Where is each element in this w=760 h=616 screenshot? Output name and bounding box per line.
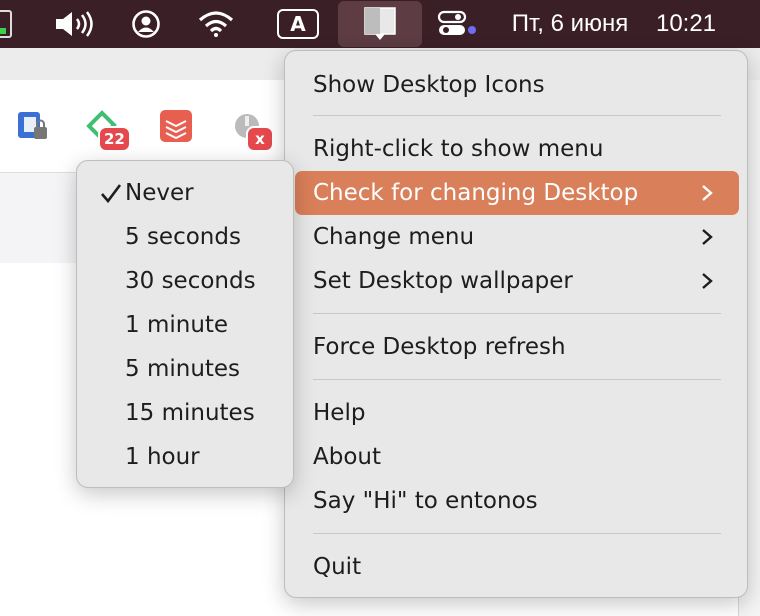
submenu-item-label: Never: [125, 180, 194, 206]
menu-item-label: Quit: [313, 554, 362, 580]
menu-item-change-menu[interactable]: Change menu: [295, 215, 739, 259]
menu-item-about[interactable]: About: [295, 435, 739, 479]
notification-badge: 22: [98, 126, 131, 152]
menu-item-label: Say "Hi" to entonos: [313, 488, 538, 514]
user-icon[interactable]: [128, 0, 164, 48]
todoist-icon[interactable]: [160, 110, 192, 142]
submenu-item-label: 1 hour: [125, 444, 200, 470]
menu-item-label: Force Desktop refresh: [313, 334, 566, 360]
menu-item-right-click-to-show-menu[interactable]: Right-click to show menu: [295, 127, 739, 171]
submenu-item-15-minutes[interactable]: 15 minutes: [83, 391, 289, 435]
submenu-item-label: 5 seconds: [125, 224, 241, 250]
menu-item-show-desktop-icons[interactable]: Show Desktop Icons: [295, 63, 739, 107]
menubar-time[interactable]: 10:21: [650, 0, 722, 48]
menu-item-label: About: [313, 444, 382, 470]
submenu-item-5-minutes[interactable]: 5 minutes: [83, 347, 289, 391]
menu-item-say-hi[interactable]: Say "Hi" to entonos: [295, 479, 739, 523]
menu-separator: [313, 313, 721, 314]
checkmark-icon: [101, 184, 122, 204]
wifi-icon[interactable]: [196, 0, 236, 48]
submenu-item-1-hour[interactable]: 1 hour: [83, 435, 289, 479]
menu-item-quit[interactable]: Quit: [295, 545, 739, 589]
submenu-item-30-seconds[interactable]: 30 seconds: [83, 259, 289, 303]
submenu-item-label: 15 minutes: [125, 400, 255, 426]
control-center-icon[interactable]: [436, 0, 478, 48]
menu-item-check-for-changing-desktop[interactable]: Check for changing Desktop: [295, 171, 739, 215]
disabled-badge: x: [246, 126, 274, 152]
menubar-date[interactable]: Пт, 6 июня: [502, 0, 638, 48]
battery-icon[interactable]: [0, 10, 12, 38]
check-interval-submenu: Never 5 seconds 30 seconds 1 minute 5 mi…: [76, 160, 294, 488]
submenu-item-5-seconds[interactable]: 5 seconds: [83, 215, 289, 259]
keyboard-layout-icon[interactable]: A: [274, 0, 322, 48]
submenu-item-never[interactable]: Never: [83, 171, 289, 215]
menu-item-label: Change menu: [313, 224, 475, 250]
desktop-app-menu: Show Desktop Icons Right-click to show m…: [284, 50, 748, 598]
menu-separator: [313, 115, 721, 116]
submenu-item-label: 30 seconds: [125, 268, 256, 294]
menu-item-label: Right-click to show menu: [313, 136, 604, 162]
chevron-right-icon: [702, 185, 713, 201]
chevron-right-icon: [702, 229, 713, 245]
chevron-right-icon: [702, 273, 713, 289]
menu-separator: [313, 379, 721, 380]
submenu-item-label: 5 minutes: [125, 356, 241, 382]
menu-item-label: Help: [313, 400, 366, 426]
volume-icon[interactable]: [52, 0, 96, 48]
menu-bar: A Пт, 6 июня 10:21: [0, 0, 760, 48]
bitwarden-icon[interactable]: [16, 110, 48, 142]
menu-separator: [313, 533, 721, 534]
keyboard-layout-indicator: A: [277, 9, 319, 39]
menu-item-label: Show Desktop Icons: [313, 72, 545, 98]
submenu-item-label: 1 minute: [125, 312, 229, 338]
menu-item-set-desktop-wallpaper[interactable]: Set Desktop wallpaper: [295, 259, 739, 303]
menu-item-help[interactable]: Help: [295, 391, 739, 435]
menu-item-label: Check for changing Desktop: [313, 180, 639, 206]
menu-item-force-desktop-refresh[interactable]: Force Desktop refresh: [295, 325, 739, 369]
menu-item-label: Set Desktop wallpaper: [313, 268, 573, 294]
desktop-app-icon[interactable]: [338, 1, 422, 47]
submenu-item-1-minute[interactable]: 1 minute: [83, 303, 289, 347]
